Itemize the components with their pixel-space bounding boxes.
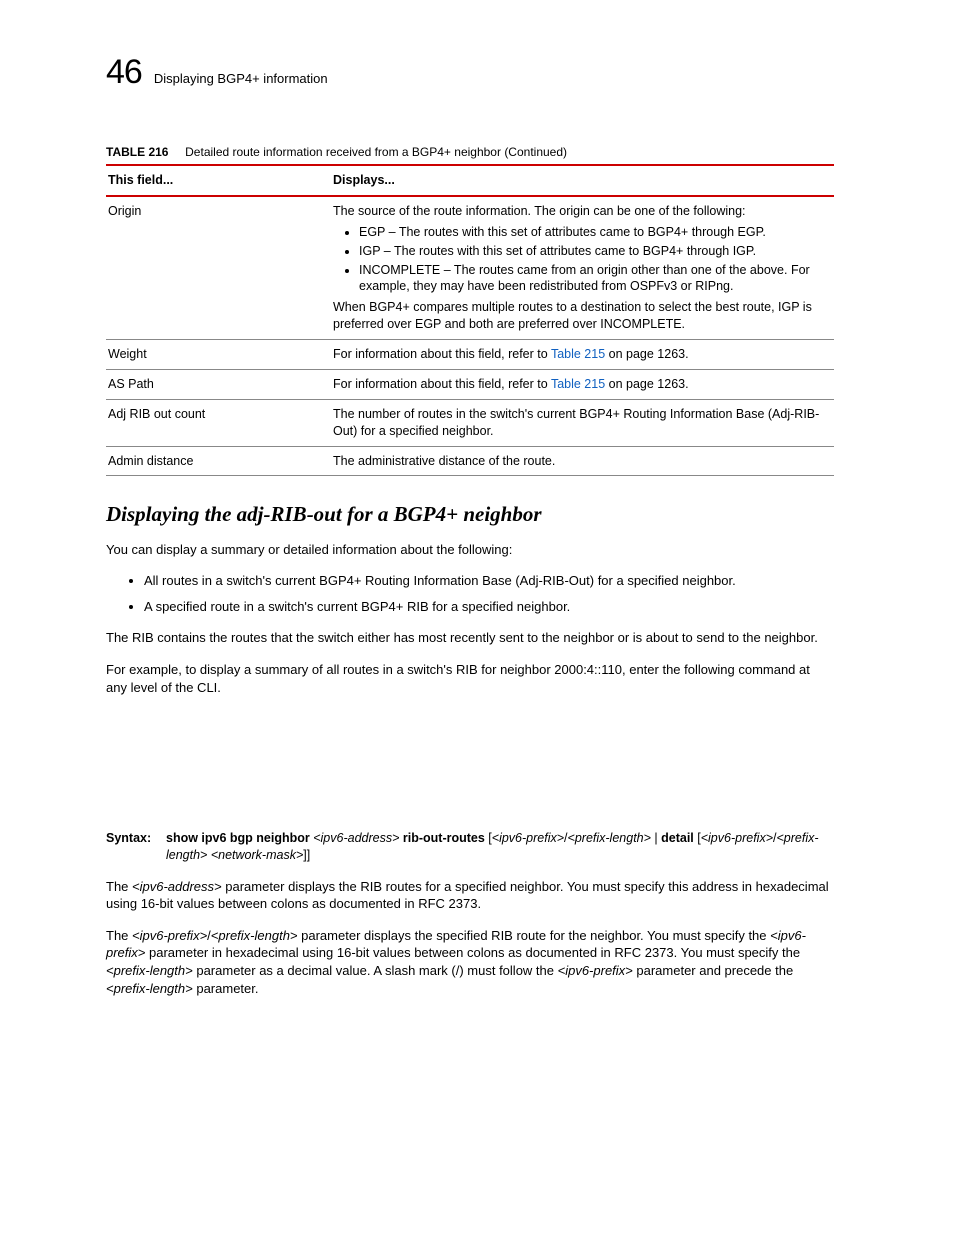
param-ref: <prefix-length>	[106, 981, 193, 996]
table-row: Origin The source of the route informati…	[106, 196, 834, 340]
weight-pre: For information about this field, refer …	[333, 347, 551, 361]
chapter-number: 46	[106, 50, 142, 96]
syntax-param: <network-mask>	[211, 848, 303, 862]
cell-field: AS Path	[106, 369, 331, 399]
text: parameter.	[193, 981, 259, 996]
text: parameter as a decimal value. A slash ma…	[193, 963, 558, 978]
text: The	[106, 928, 132, 943]
syntax-block: Syntax: show ipv6 bgp neighbor <ipv6-add…	[106, 830, 834, 864]
chapter-title: Displaying BGP4+ information	[154, 70, 328, 90]
spacer	[106, 710, 834, 830]
param-ref: <prefix-length>	[211, 928, 298, 943]
cell-field: Admin distance	[106, 446, 331, 476]
text: The	[106, 879, 132, 894]
body-paragraph: The <ipv6-prefix>/<prefix-length> parame…	[106, 927, 834, 997]
body-paragraph: The <ipv6-address> parameter displays th…	[106, 878, 834, 913]
page: 46 Displaying BGP4+ information TABLE 21…	[0, 0, 954, 1235]
list-item: EGP – The routes with this set of attrib…	[359, 224, 826, 241]
param-ref: <prefix-length>	[106, 963, 193, 978]
list-item: All routes in a switch's current BGP4+ R…	[144, 572, 834, 590]
body-paragraph: You can display a summary or detailed in…	[106, 541, 834, 559]
table-label: TABLE 216	[106, 145, 168, 159]
cross-ref-link[interactable]: Table 215	[551, 347, 605, 361]
cell-desc: The source of the route information. The…	[331, 196, 834, 340]
weight-post: on page 1263.	[605, 347, 688, 361]
syntax-param: <ipv6-address>	[313, 831, 399, 845]
origin-intro: The source of the route information. The…	[333, 204, 746, 218]
col-header-field: This field...	[106, 165, 331, 196]
param-ref: <ipv6-address>	[132, 879, 222, 894]
syntax-body: show ipv6 bgp neighbor <ipv6-address> ri…	[166, 830, 834, 864]
cell-desc: The number of routes in the switch's cur…	[331, 399, 834, 446]
origin-list: EGP – The routes with this set of attrib…	[333, 224, 826, 296]
syntax-param: <prefix-length>	[568, 831, 651, 845]
table-caption: TABLE 216 Detailed route information rec…	[106, 144, 834, 160]
text: parameter displays the specified RIB rou…	[298, 928, 771, 943]
param-ref: <ipv6-prefix>	[558, 963, 633, 978]
cell-desc: The administrative distance of the route…	[331, 446, 834, 476]
col-header-displays: Displays...	[331, 165, 834, 196]
syntax-param: <ipv6-prefix>	[492, 831, 564, 845]
body-paragraph: For example, to display a summary of all…	[106, 661, 834, 696]
cell-field: Adj RIB out count	[106, 399, 331, 446]
list-item: IGP – The routes with this set of attrib…	[359, 243, 826, 260]
syntax-cmd: rib-out-routes	[403, 831, 485, 845]
cross-ref-link[interactable]: Table 215	[551, 377, 605, 391]
table-row: Adj RIB out count The number of routes i…	[106, 399, 834, 446]
aspath-post: on page 1263.	[605, 377, 688, 391]
running-header: 46 Displaying BGP4+ information	[106, 50, 834, 96]
body-list: All routes in a switch's current BGP4+ R…	[106, 572, 834, 615]
table-caption-text: Detailed route information received from…	[185, 145, 567, 159]
cell-field: Weight	[106, 340, 331, 370]
list-item: INCOMPLETE – The routes came from an ori…	[359, 262, 826, 296]
syntax-param: <ipv6-prefix>	[701, 831, 773, 845]
table-row: Weight For information about this field,…	[106, 340, 834, 370]
section-heading: Displaying the adj-RIB-out for a BGP4+ n…	[106, 500, 834, 528]
cell-desc: For information about this field, refer …	[331, 340, 834, 370]
table-header-row: This field... Displays...	[106, 165, 834, 196]
info-table: This field... Displays... Origin The sou…	[106, 164, 834, 476]
body-paragraph: The RIB contains the routes that the swi…	[106, 629, 834, 647]
syntax-cmd: detail	[661, 831, 694, 845]
origin-trailer: When BGP4+ compares multiple routes to a…	[333, 300, 812, 331]
list-item: A specified route in a switch's current …	[144, 598, 834, 616]
text: parameter and precede the	[633, 963, 793, 978]
syntax-label: Syntax:	[106, 830, 166, 864]
cell-desc: For information about this field, refer …	[331, 369, 834, 399]
table-row: Admin distance The administrative distan…	[106, 446, 834, 476]
aspath-pre: For information about this field, refer …	[333, 377, 551, 391]
text: parameter in hexadecimal using 16-bit va…	[145, 945, 800, 960]
param-ref: <ipv6-prefix>	[132, 928, 207, 943]
table-row: AS Path For information about this field…	[106, 369, 834, 399]
syntax-cmd: show ipv6 bgp neighbor	[166, 831, 310, 845]
cell-field: Origin	[106, 196, 331, 340]
